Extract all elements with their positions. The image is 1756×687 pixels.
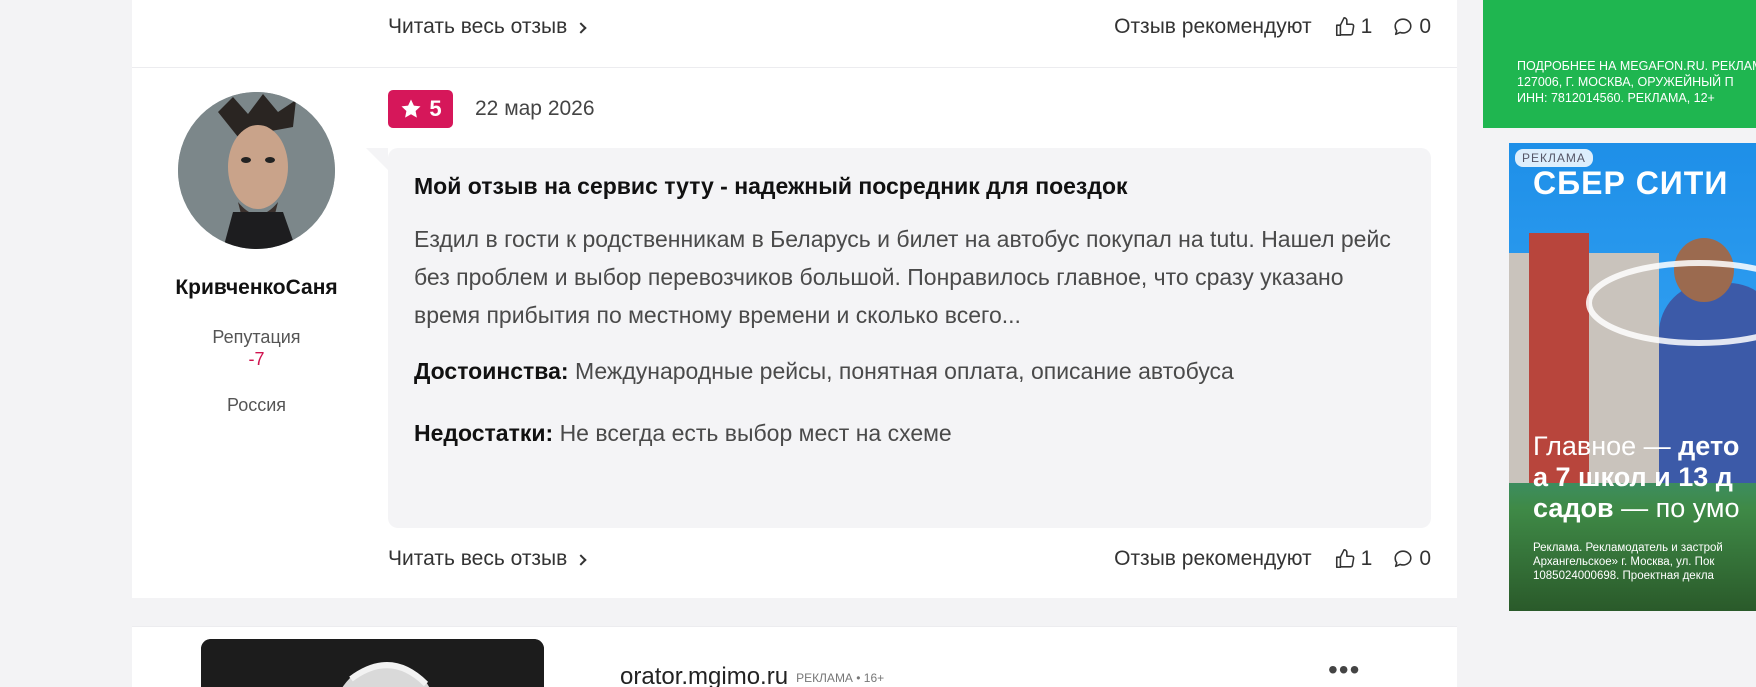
avatar[interactable]: [178, 92, 335, 249]
chevron-right-icon: [575, 553, 587, 566]
reputation-label: Репутация: [212, 327, 301, 347]
comments-button[interactable]: 0: [1392, 547, 1431, 571]
comments-count: 0: [1419, 547, 1431, 570]
read-full-review-link[interactable]: Читать весь отзыв: [388, 15, 587, 39]
side-ad-text: ПОДРОБНЕЕ НА MEGAFON.RU. РЕКЛАМА 127006,…: [1517, 58, 1756, 106]
ad-site[interactable]: orator.mgimo.ru РЕКЛАМА • 16+: [620, 663, 884, 687]
read-full-review-link[interactable]: Читать весь отзыв: [388, 547, 587, 571]
review-body: Мой отзыв на сервис туту - надежный поср…: [366, 148, 1431, 528]
pros-label: Достоинства:: [414, 357, 569, 384]
disclaimer-line: Архангельское» г. Москва, ул. Пок: [1533, 556, 1715, 568]
ad-brand: СБЕР СИТИ: [1533, 165, 1729, 201]
headline-part: а 7 школ и 13 д: [1533, 462, 1733, 492]
ad-image[interactable]: [201, 639, 544, 687]
side-ad-line: 127006, Г. МОСКВА, ОРУЖЕЙНЫЙ П: [1517, 75, 1734, 89]
recommend-label: Отзыв рекомендуют: [1114, 15, 1312, 38]
avatar-image: [178, 92, 335, 249]
rating-badge: 5: [388, 90, 453, 128]
review-pros: Достоинства: Международные рейсы, понятн…: [414, 352, 1405, 390]
headline-part: садов: [1533, 493, 1614, 523]
review-title[interactable]: Мой отзыв на сервис туту - надежный поср…: [414, 172, 1405, 202]
side-ad-line: ИНН: 7812014560. РЕКЛАМА, 12+: [1517, 91, 1715, 105]
review-card: Читать весь отзыв Отзыв рекомендуют 1 0: [132, 0, 1457, 598]
ad-card: orator.mgimo.ru РЕКЛАМА • 16+ •••: [132, 626, 1457, 687]
like-button[interactable]: 1: [1334, 15, 1373, 39]
cons-label: Недостатки:: [414, 419, 554, 446]
review-meta: Отзыв рекомендуют 1 0: [1114, 547, 1431, 571]
review-cons: Недостатки: Не всегда есть выбор мест на…: [414, 414, 1405, 452]
ad-disclaimer: Реклама. Рекламодатель и застрой Арханге…: [1533, 541, 1723, 583]
ad-headline: Главное — дето а 7 школ и 13 д садов — п…: [1533, 431, 1740, 524]
prev-review-footer: Читать весь отзыв Отзыв рекомендуют 1 0: [388, 9, 1431, 45]
likes-count: 1: [1360, 547, 1373, 570]
thumbs-up-icon: [1335, 17, 1355, 37]
cons-text: Не всегда есть выбор мест на схеме: [559, 419, 952, 446]
review-footer: Читать весь отзыв Отзыв рекомендуют 1 0: [388, 541, 1431, 577]
headline-part: — по умо: [1613, 493, 1740, 523]
ad-swirl: [1586, 260, 1756, 346]
disclaimer-line: 1085024000698. Проектная декла: [1533, 570, 1714, 582]
author-name[interactable]: КривченкоСаня: [132, 276, 381, 300]
ad-site-link[interactable]: orator.mgimo.ru: [620, 663, 788, 687]
headline-part: дето: [1678, 431, 1740, 461]
headline-part: Главное —: [1533, 431, 1679, 461]
ad-photo: [201, 639, 544, 687]
author-country: Россия: [226, 395, 287, 415]
review-date: 22 мар 2026: [475, 97, 595, 120]
review-text: Ездил в гости к родственникам в Беларусь…: [414, 225, 1391, 328]
rating-row: 5 22 мар 2026: [388, 90, 595, 128]
read-more-label: Читать весь отзыв: [388, 15, 568, 38]
comments-count: 0: [1419, 15, 1431, 38]
recommend-label: Отзыв рекомендуют: [1114, 547, 1312, 570]
side-ad-megafon[interactable]: ПОДРОБНЕЕ НА MEGAFON.RU. РЕКЛАМА 127006,…: [1483, 0, 1756, 128]
disclaimer-line: Реклама. Рекламодатель и застрой: [1533, 542, 1723, 554]
read-more-label: Читать весь отзыв: [388, 547, 568, 570]
comments-button[interactable]: 0: [1392, 15, 1431, 39]
ad-tag: РЕКЛАМА • 16+: [796, 670, 885, 685]
reputation-value: -7: [248, 349, 265, 369]
pros-text: Международные рейсы, понятная оплата, оп…: [574, 357, 1234, 384]
likes-count: 1: [1360, 15, 1373, 38]
rating-value: 5: [429, 96, 442, 121]
review-meta: Отзыв рекомендуют 1 0: [1114, 15, 1431, 39]
side-ad-sber[interactable]: РЕКЛАМА СБЕР СИТИ Главное — дето а 7 шко…: [1509, 143, 1756, 611]
chevron-right-icon: [575, 21, 587, 34]
review-author: КривченкоСаня Репутация -7 Россия: [132, 92, 381, 416]
comment-icon: [1394, 18, 1412, 36]
review-divider: [132, 67, 1457, 68]
star-icon: [401, 99, 421, 118]
thumbs-up-icon: [1335, 549, 1355, 569]
like-button[interactable]: 1: [1334, 547, 1373, 571]
comment-icon: [1394, 550, 1412, 568]
side-ad-line: ПОДРОБНЕЕ НА MEGAFON.RU. РЕКЛАМА: [1517, 59, 1756, 73]
more-options-icon[interactable]: •••: [1328, 656, 1360, 684]
